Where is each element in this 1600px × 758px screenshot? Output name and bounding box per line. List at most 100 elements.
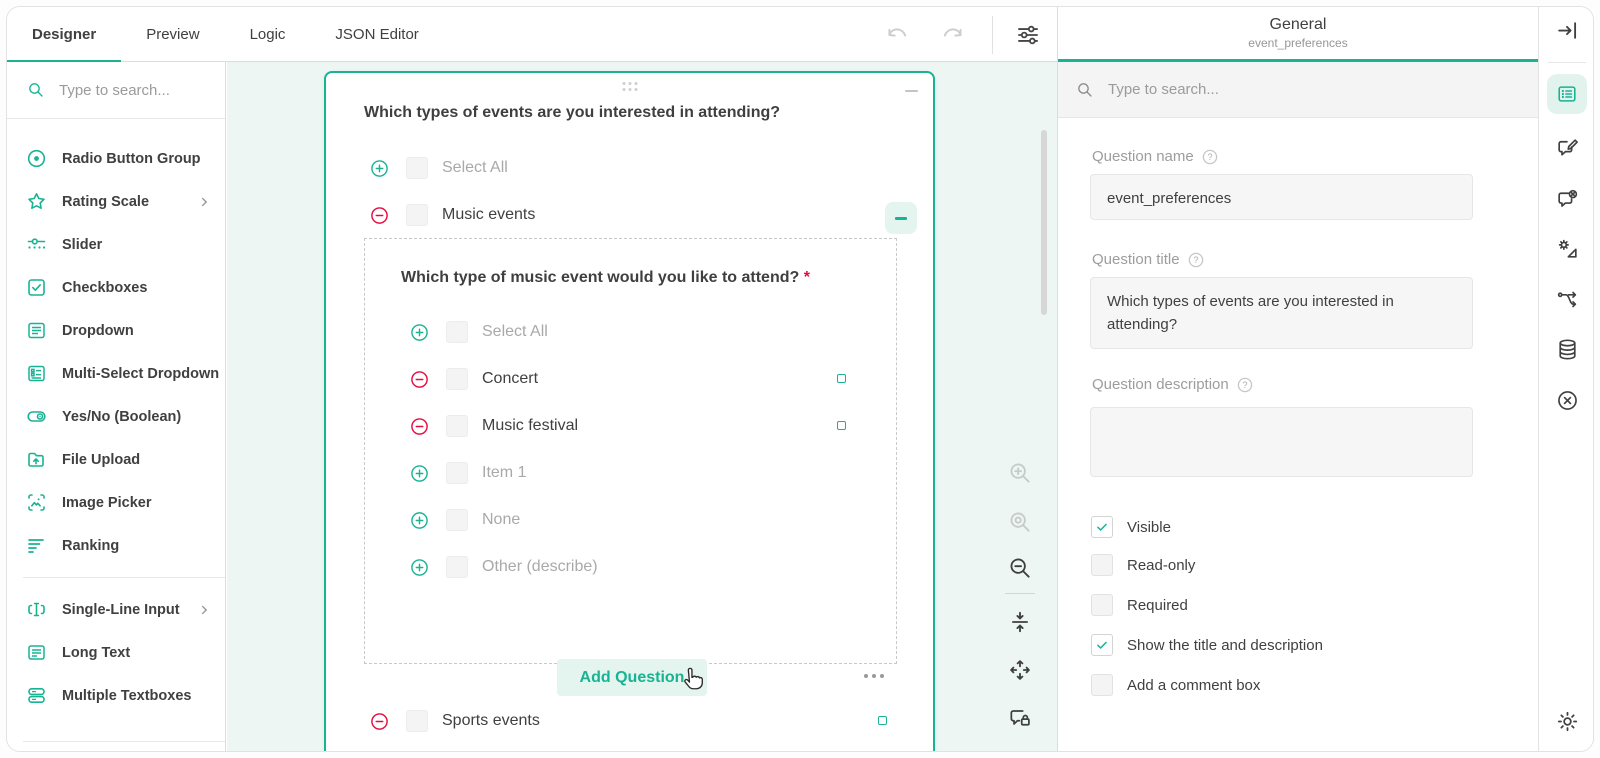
choice-row-sports-events[interactable]: Sports events: [370, 705, 540, 737]
toolbox-item-dropdown[interactable]: Dropdown: [7, 309, 225, 352]
help-icon[interactable]: ?: [1202, 149, 1218, 165]
checkbox-checked[interactable]: [1091, 516, 1113, 538]
toolbox-item-boolean[interactable]: Yes/No (Boolean): [7, 395, 225, 438]
more-actions-icon[interactable]: [864, 674, 884, 678]
settings-gear-icon[interactable]: [1555, 709, 1580, 734]
choice-row-select-all[interactable]: Select All: [370, 152, 508, 184]
checkbox-unchecked[interactable]: [1091, 594, 1113, 616]
question-description-field[interactable]: [1090, 407, 1473, 477]
general-tab-icon[interactable]: [1547, 74, 1587, 114]
collapse-question-icon[interactable]: [905, 90, 918, 92]
remove-item-icon[interactable]: [370, 206, 389, 225]
add-item-icon[interactable]: [410, 558, 429, 577]
flow-tab-icon[interactable]: [1555, 287, 1580, 312]
lock-question-icon[interactable]: [1007, 705, 1033, 731]
read-only-checkbox-row[interactable]: Read-only: [1091, 554, 1195, 576]
toolbox-item-multiple-textboxes[interactable]: Multiple Textboxes: [7, 674, 225, 717]
toolbox-item-single-line-input[interactable]: Single-Line Input: [7, 588, 225, 631]
choice-checkbox[interactable]: [446, 509, 468, 531]
undo-icon[interactable]: [884, 22, 910, 48]
help-icon[interactable]: ?: [1188, 252, 1204, 268]
choice-checkbox[interactable]: [446, 462, 468, 484]
move-icon[interactable]: [1007, 657, 1033, 683]
redo-icon[interactable]: [940, 22, 966, 48]
property-search-input[interactable]: [1106, 80, 1522, 99]
zoom-actual-size-icon[interactable]: [1007, 509, 1033, 535]
required-checkbox-row[interactable]: Required: [1091, 594, 1188, 616]
choice-row-none[interactable]: None: [410, 504, 520, 536]
checkbox-checked[interactable]: [1091, 634, 1113, 656]
toolbox-item-image-picker[interactable]: Image Picker: [7, 481, 225, 524]
choice-checkbox[interactable]: [406, 204, 428, 226]
tab-preview[interactable]: Preview: [121, 7, 224, 61]
zoom-in-icon[interactable]: [1007, 460, 1033, 486]
collapse-nested-question-button[interactable]: [885, 202, 917, 234]
toolbox-item-slider[interactable]: Slider: [7, 223, 225, 266]
choice-checkbox[interactable]: [446, 368, 468, 390]
visible-checkbox-row[interactable]: Visible: [1091, 516, 1171, 538]
remove-item-icon[interactable]: [410, 417, 429, 436]
zoom-out-icon[interactable]: [1007, 555, 1033, 581]
choice-row-select-all[interactable]: Select All: [410, 316, 548, 348]
toolbox-item-checkboxes[interactable]: Checkboxes: [7, 266, 225, 309]
toolbox-search-input[interactable]: [57, 81, 211, 100]
checkbox-unchecked[interactable]: [1091, 554, 1113, 576]
chevron-right-icon[interactable]: [197, 603, 211, 617]
toolbox-item-rating-scale[interactable]: Rating Scale: [7, 180, 225, 223]
toolbox-item-ranking[interactable]: Ranking: [7, 524, 225, 567]
add-item-icon[interactable]: [370, 159, 389, 178]
choice-checkbox[interactable]: [406, 710, 428, 732]
toolbox-item-radio-button-group[interactable]: Radio Button Group: [7, 137, 225, 180]
toolbox-item-file-upload[interactable]: File Upload: [7, 438, 225, 481]
nested-question-panel[interactable]: Which type of music event would you like…: [364, 238, 897, 664]
item-drag-handle-icon[interactable]: [837, 374, 846, 383]
svg-text:?: ?: [1193, 255, 1198, 265]
toolbox-item-multiselect-dropdown[interactable]: Multi-Select Dropdown: [7, 352, 225, 395]
question-title-field[interactable]: Which types of events are you interested…: [1090, 277, 1473, 349]
question-name-field[interactable]: event_preferences: [1090, 174, 1473, 220]
tab-designer[interactable]: Designer: [7, 7, 121, 61]
remove-item-icon[interactable]: [410, 370, 429, 389]
choice-checkbox[interactable]: [446, 415, 468, 437]
item-drag-handle-icon[interactable]: [878, 716, 887, 725]
layout-tab-icon[interactable]: [1555, 136, 1580, 161]
choice-row-concert[interactable]: Concert: [410, 363, 538, 395]
add-item-icon[interactable]: [410, 511, 429, 530]
choice-row-other[interactable]: Other (describe): [410, 551, 598, 583]
question-title[interactable]: Which types of events are you interested…: [364, 104, 780, 122]
question-title-label: Question title ?: [1092, 251, 1204, 268]
item-drag-handle-icon[interactable]: [837, 421, 846, 430]
choice-checkbox[interactable]: [446, 321, 468, 343]
choice-row-item-1[interactable]: Item 1: [410, 457, 526, 489]
choice-checkbox[interactable]: [406, 157, 428, 179]
question-card-selected[interactable]: Which types of events are you interested…: [324, 71, 935, 751]
choice-row-music-festival[interactable]: Music festival: [410, 410, 578, 442]
tab-logic[interactable]: Logic: [225, 7, 311, 61]
comment-box-checkbox-row[interactable]: Add a comment box: [1091, 674, 1260, 696]
show-title-checkbox-row[interactable]: Show the title and description: [1091, 634, 1323, 656]
help-icon[interactable]: ?: [1237, 377, 1253, 393]
rating-scale-icon: [26, 191, 47, 212]
design-surface[interactable]: Which types of events are you interested…: [227, 62, 1057, 751]
add-question-button[interactable]: Add Question: [557, 659, 707, 696]
nested-question-title[interactable]: Which type of music event would you like…: [401, 269, 810, 287]
collapse-panel-icon[interactable]: [1555, 18, 1580, 43]
choice-checkbox[interactable]: [446, 556, 468, 578]
validation-tab-icon[interactable]: [1555, 388, 1580, 413]
chevron-right-icon[interactable]: [197, 195, 211, 209]
fit-page-icon[interactable]: [1007, 609, 1033, 635]
toolbox-item-long-text[interactable]: Long Text: [7, 631, 225, 674]
checkbox-unchecked[interactable]: [1091, 674, 1113, 696]
data-tab-icon[interactable]: [1555, 337, 1580, 362]
add-item-icon[interactable]: [410, 464, 429, 483]
choice-row-music-events[interactable]: Music events: [370, 199, 535, 231]
tab-json-editor[interactable]: JSON Editor: [310, 7, 443, 61]
toolbox-sidebar: Radio Button Group Rating Scale Slider C…: [7, 62, 226, 751]
add-item-icon[interactable]: [410, 323, 429, 342]
settings-sliders-icon[interactable]: [1015, 22, 1041, 48]
canvas-scrollbar[interactable]: [1041, 130, 1047, 315]
drag-handle-icon[interactable]: [622, 82, 637, 91]
theme-tab-icon[interactable]: [1555, 236, 1580, 261]
logic-bubble-tab-icon[interactable]: [1555, 187, 1580, 212]
remove-item-icon[interactable]: [370, 712, 389, 731]
